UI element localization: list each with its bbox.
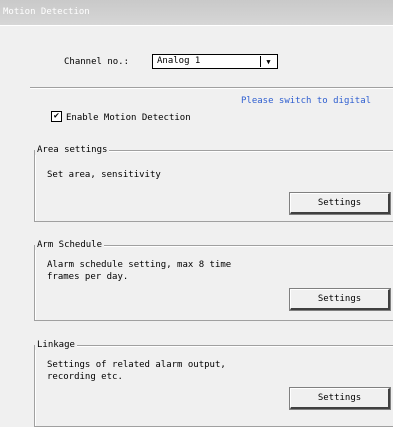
arm-schedule-group: Arm Schedule Alarm schedule setting, max… [34,240,393,321]
area-settings-button[interactable]: Settings [289,192,391,215]
area-settings-description: Set area, sensitivity [47,170,161,180]
area-settings-title: Area settings [35,145,110,155]
divider [30,87,393,89]
window-title: Motion Detection [3,7,90,17]
linkage-group: Linkage Settings of related alarm output… [34,340,393,427]
channel-select-value: Analog 1 [157,56,201,66]
arm-schedule-title: Arm Schedule [35,240,105,250]
linkage-description: Settings of related alarm output, record… [47,360,226,382]
linkage-title: Linkage [35,340,77,350]
enable-motion-label[interactable]: Enable Motion Detection [66,113,191,123]
checkmark-icon: ✔ [53,111,60,121]
channel-label: Channel no.: [64,57,130,67]
enable-motion-checkbox[interactable]: ✔ [51,111,62,122]
title-bar: Motion Detection [0,0,393,26]
chevron-down-icon[interactable]: ▼ [260,56,276,67]
arm-schedule-description: Alarm schedule setting, max 8 time frame… [47,260,232,282]
digital-hint: Please switch to digital [241,96,372,106]
linkage-button[interactable]: Settings [289,387,391,410]
channel-select[interactable]: Analog 1 ▼ [152,54,278,69]
arm-schedule-button[interactable]: Settings [289,288,391,311]
area-settings-group: Area settings Set area, sensitivity Sett… [34,145,393,222]
